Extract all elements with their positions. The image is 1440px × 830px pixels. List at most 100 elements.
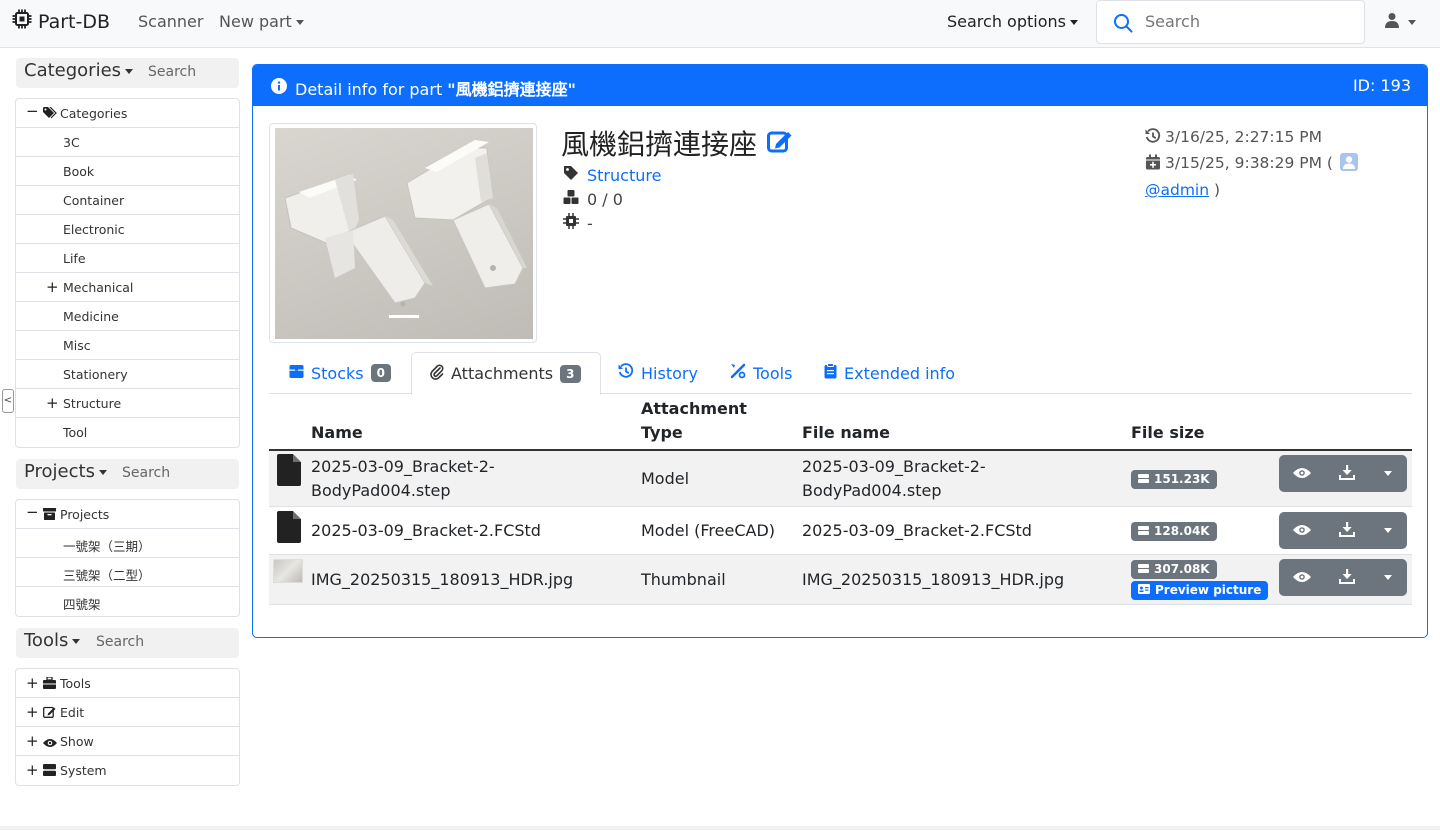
tree-item-book[interactable]: Book: [16, 157, 239, 186]
tree-item-edit[interactable]: + Edit: [16, 698, 239, 727]
view-button[interactable]: [1279, 512, 1324, 549]
more-dropdown-button[interactable]: [1369, 455, 1407, 492]
categories-title: Categories: [24, 60, 122, 81]
tree-item-label: Edit: [60, 705, 85, 720]
brand[interactable]: Part-DB: [12, 9, 110, 34]
dates-block: 3/16/25, 2:27:15 PM 3/15/25, 9:38:29 PM …: [1145, 125, 1405, 202]
tree-item-label: System: [60, 763, 107, 778]
tree-item-misc[interactable]: Misc: [16, 331, 239, 360]
hdd-icon: [1138, 560, 1149, 579]
projects-header: Projects Search: [16, 459, 239, 489]
col-file-name[interactable]: File name: [802, 421, 890, 445]
part-detail-card: Detail info for part "風機鋁擠連接座" ID: 193 風…: [252, 64, 1428, 638]
caret-down-icon: [1384, 528, 1392, 533]
eye-icon: [1292, 521, 1311, 540]
more-dropdown-button[interactable]: [1369, 559, 1407, 596]
tree-item-tools[interactable]: + Tools: [16, 669, 239, 698]
created-user-link[interactable]: @admin: [1145, 181, 1209, 199]
tree-root-categories[interactable]: − Categories: [16, 99, 239, 128]
id-card-icon: [1138, 581, 1150, 600]
tree-item-mechanical[interactable]: + Mechanical: [16, 273, 239, 302]
expand-icon[interactable]: +: [26, 674, 39, 692]
file-size-value: 128.04K: [1154, 524, 1210, 538]
tab-extended-info[interactable]: Extended info: [824, 352, 955, 394]
tree-item-medicine[interactable]: Medicine: [16, 302, 239, 331]
history-icon: [618, 363, 634, 383]
download-button[interactable]: [1324, 559, 1369, 596]
expand-icon[interactable]: +: [46, 278, 59, 296]
expand-icon[interactable]: +: [46, 394, 59, 412]
tab-history[interactable]: History: [618, 352, 698, 394]
created-close: ): [1214, 181, 1221, 199]
attachment-actions: [1279, 559, 1407, 596]
tags-icon: [43, 106, 57, 122]
category-link[interactable]: Structure: [587, 166, 661, 185]
tree-item-life[interactable]: Life: [16, 244, 239, 273]
expand-icon[interactable]: +: [26, 732, 39, 750]
download-icon: [1338, 521, 1355, 541]
created-user-row: @admin ): [1145, 178, 1405, 202]
tree-item-project[interactable]: 三號架（二型）: [16, 558, 239, 587]
tree-item-project[interactable]: 一號架（三期）: [16, 529, 239, 558]
tab-tools[interactable]: Tools: [730, 352, 792, 394]
caret-down-icon: [295, 20, 304, 25]
view-button[interactable]: [1279, 455, 1324, 492]
attachment-file-name-line1: 2025-03-09_Bracket-2-: [802, 457, 986, 476]
col-attachment-type[interactable]: Attachment Type: [641, 397, 747, 445]
tree-item-show[interactable]: + Show: [16, 727, 239, 756]
collapse-icon[interactable]: −: [26, 503, 39, 521]
tree-item-stationery[interactable]: Stationery: [16, 360, 239, 389]
more-dropdown-button[interactable]: [1369, 512, 1407, 549]
info-circle-icon: [271, 78, 287, 98]
categories-header: Categories Search: [16, 58, 239, 88]
category-row: Structure: [563, 165, 661, 185]
search-options-dropdown[interactable]: Search options: [947, 12, 1078, 31]
view-button[interactable]: [1279, 559, 1324, 596]
nav-scanner[interactable]: Scanner: [138, 12, 203, 31]
categories-search[interactable]: Search: [148, 64, 196, 80]
expand-icon[interactable]: +: [26, 703, 39, 721]
tree-item-structure[interactable]: + Structure: [16, 389, 239, 418]
search-input[interactable]: [1143, 11, 1343, 32]
expand-icon[interactable]: +: [26, 761, 39, 779]
projects-title: Projects: [24, 461, 95, 482]
part-tabs: Stocks 0 Attachments 3 History Tools Ext…: [269, 352, 1412, 395]
box-icon: [289, 364, 304, 383]
download-button[interactable]: [1324, 512, 1369, 549]
file-size-badge: 307.08K: [1131, 560, 1217, 579]
sidebar-collapse-button[interactable]: <: [2, 389, 14, 413]
attachment-thumbnail[interactable]: [273, 559, 303, 583]
clipboard-icon: [824, 363, 837, 383]
tools-dropdown[interactable]: Tools: [24, 630, 81, 651]
caret-down-icon: [1384, 471, 1392, 476]
col-file-size[interactable]: File size: [1131, 421, 1205, 445]
categories-dropdown[interactable]: Categories: [24, 60, 134, 81]
eye-icon: [1292, 568, 1311, 587]
tools-search[interactable]: Search: [96, 634, 144, 650]
tab-stocks[interactable]: Stocks 0: [289, 352, 391, 394]
collapse-icon[interactable]: −: [26, 102, 39, 120]
tab-label: Stocks: [311, 363, 364, 383]
nav-new-part[interactable]: New part: [219, 12, 304, 31]
tree-item-electronic[interactable]: Electronic: [16, 215, 239, 244]
projects-dropdown[interactable]: Projects: [24, 461, 107, 482]
tree-item-project[interactable]: 四號架: [16, 587, 239, 616]
part-image[interactable]: [275, 128, 533, 339]
tree-item-3c[interactable]: 3C: [16, 128, 239, 157]
tree-item-container[interactable]: Container: [16, 186, 239, 215]
user-menu-button[interactable]: [1384, 12, 1416, 32]
tree-item-tool[interactable]: Tool: [16, 418, 239, 447]
tree-root-projects[interactable]: − Projects: [16, 500, 239, 529]
part-image-carousel[interactable]: [269, 123, 537, 343]
tree-item-label: Book: [63, 164, 95, 179]
tab-attachments[interactable]: Attachments 3: [411, 352, 601, 395]
tree-item-system[interactable]: + System: [16, 756, 239, 785]
caret-down-icon: [1408, 19, 1416, 25]
download-button[interactable]: [1324, 455, 1369, 492]
edit-part-icon[interactable]: [767, 127, 793, 160]
attachment-name-line2: BodyPad004.step: [311, 481, 451, 500]
col-name[interactable]: Name: [311, 421, 363, 445]
search-field[interactable]: [1096, 0, 1365, 44]
caret-down-icon: [125, 68, 134, 74]
projects-search[interactable]: Search: [122, 465, 170, 481]
